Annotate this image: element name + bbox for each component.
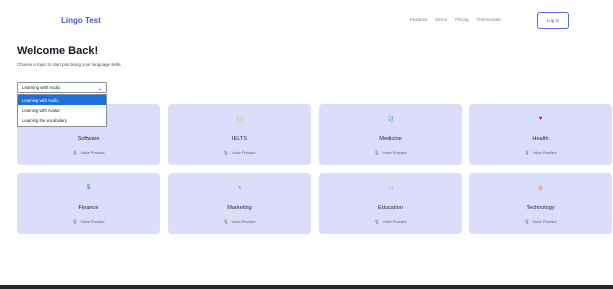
- dollar-icon: $: [86, 185, 91, 191]
- voice-practice-label: 🎙 Voice Practice: [223, 150, 256, 155]
- topic-card-finance[interactable]: $ Finance 🎙 Voice Practice: [17, 173, 160, 234]
- topic-card-medicine[interactable]: 🩺 Medicine 🎙 Voice Practice: [319, 104, 462, 165]
- topic-card-marketing[interactable]: ● Marketing 🎙 Voice Practice: [168, 173, 311, 234]
- microphone-icon: 🎙: [524, 150, 530, 155]
- voice-practice-label: 🎙 Voice Practice: [524, 150, 557, 155]
- voice-practice-label: 🎙 Voice Practice: [223, 219, 256, 224]
- nav-link-demo[interactable]: Demo: [435, 17, 447, 22]
- option-learning-with-avatar[interactable]: Learning with Avatar: [18, 105, 106, 115]
- topic-name: Education: [378, 205, 403, 211]
- topic-card-technology[interactable]: ⚙ Technology 🎙 Voice Practice: [469, 173, 612, 234]
- heart-icon: ♥: [538, 116, 543, 122]
- page-subtitle: Choose a topic to start practicing your …: [17, 62, 121, 67]
- select-value: Learning with Audio: [22, 85, 61, 90]
- voice-practice-label: 🎙 Voice Practice: [524, 219, 557, 224]
- brand-logo[interactable]: Lingo Test: [61, 16, 101, 25]
- login-button[interactable]: Log In: [537, 12, 569, 29]
- microphone-icon: 🎙: [524, 219, 530, 224]
- microphone-icon: 🎙: [72, 219, 78, 224]
- topic-card-ielts[interactable]: 🗨 IELTS 🎙 Voice Practice: [168, 104, 311, 165]
- nav-link-pricing[interactable]: Pricing: [455, 17, 468, 22]
- book-icon: ▭: [387, 186, 394, 192]
- voice-practice-label: 🎙 Voice Practice: [374, 150, 407, 155]
- nav-links: Features Demo Pricing Testimonials: [410, 17, 501, 22]
- option-learning-with-audio[interactable]: Learning with Audio: [18, 95, 106, 105]
- voice-practice-label: 🎙 Voice Practice: [374, 219, 407, 224]
- microphone-icon: 🎙: [374, 219, 380, 224]
- speech-bubble-icon: 🗨: [235, 117, 244, 123]
- learning-mode-select[interactable]: Learning with Audio ⌄: [17, 82, 107, 93]
- microphone-icon: 🎙: [72, 150, 78, 155]
- chevron-down-icon: ⌄: [97, 85, 102, 92]
- topic-name: Technology: [526, 205, 555, 211]
- topic-name: Marketing: [227, 205, 252, 211]
- topic-card-health[interactable]: ♥ Health 🎙 Voice Practice: [469, 104, 612, 165]
- option-learning-vocabulary[interactable]: Learning the vocabulary: [18, 115, 106, 125]
- topic-name: IELTS: [231, 136, 248, 142]
- nav-link-features[interactable]: Features: [410, 17, 427, 22]
- target-icon: ●: [237, 185, 242, 191]
- topic-name: Finance: [78, 205, 99, 211]
- page-title: Welcome Back!: [17, 45, 99, 57]
- voice-practice-label: 🎙 Voice Practice: [72, 219, 105, 224]
- nav-link-testimonials[interactable]: Testimonials: [476, 17, 500, 22]
- microphone-icon: 🎙: [223, 150, 229, 155]
- navbar: Lingo Test Features Demo Pricing Testimo…: [0, 0, 613, 44]
- bottom-bar: [0, 285, 613, 289]
- topic-card-education[interactable]: ▭ Education 🎙 Voice Practice: [319, 173, 462, 234]
- stethoscope-icon: 🩺: [386, 117, 395, 123]
- topic-name: Health: [532, 136, 549, 142]
- microphone-icon: 🎙: [374, 150, 380, 155]
- learning-mode-dropdown: Learning with Audio Learning with Avatar…: [17, 94, 107, 127]
- microphone-icon: 🎙: [223, 219, 229, 224]
- topic-name: Medicine: [379, 136, 402, 142]
- voice-practice-label: 🎙 Voice Practice: [72, 150, 105, 155]
- gear-icon: ⚙: [537, 186, 544, 192]
- topic-name: Software: [77, 136, 100, 142]
